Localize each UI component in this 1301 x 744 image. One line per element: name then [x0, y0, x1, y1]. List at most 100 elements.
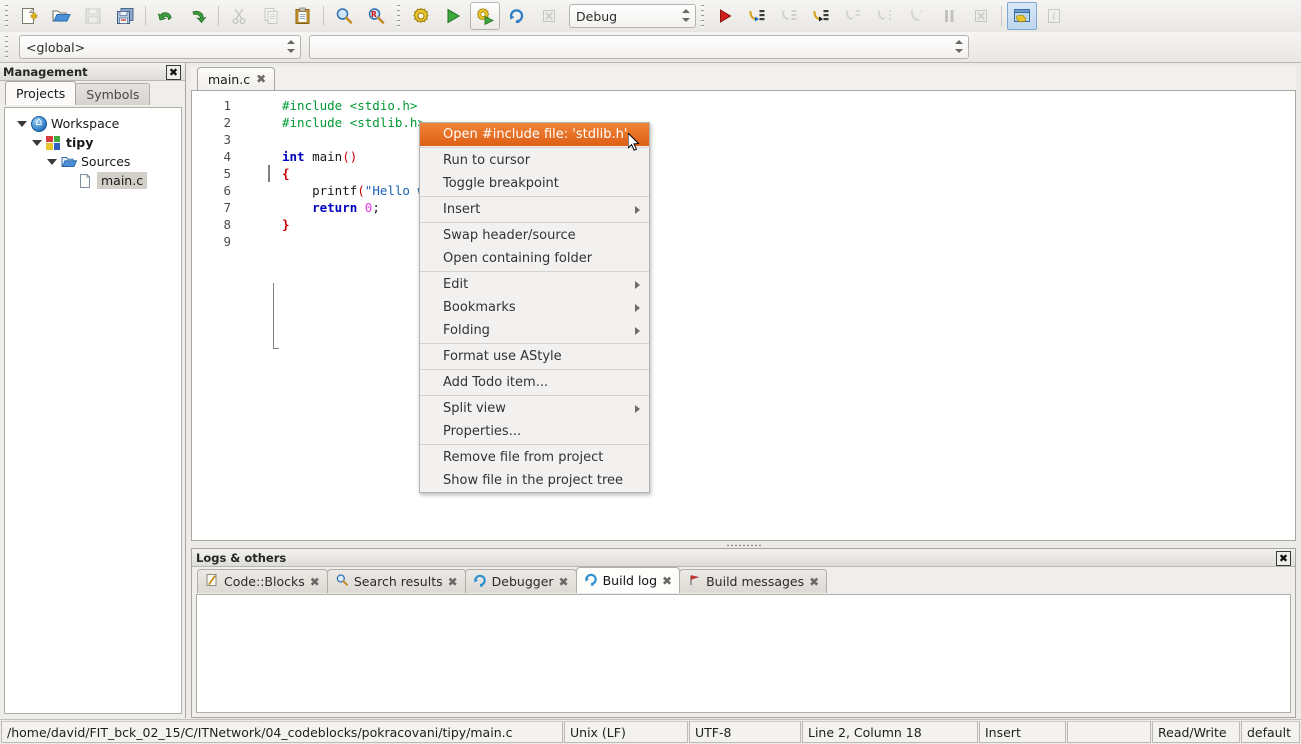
- tab-debugger[interactable]: Debugger ✖: [465, 569, 577, 593]
- tab-codeblocks[interactable]: Code::Blocks ✖: [197, 569, 328, 593]
- various-info-icon[interactable]: i: [1039, 2, 1069, 30]
- menu-separator: [420, 196, 649, 197]
- expander-icon[interactable]: [47, 159, 57, 165]
- submenu-arrow-icon: [635, 327, 640, 335]
- next-line-icon[interactable]: [742, 2, 772, 30]
- project-tree[interactable]: Workspace tipy Sources: [4, 107, 182, 714]
- menu-item-open-include[interactable]: Open #include file: 'stdlib.h': [420, 123, 649, 146]
- tree-item-workspace[interactable]: Workspace: [5, 114, 181, 133]
- step-out-icon[interactable]: [870, 2, 900, 30]
- next-instruction-icon[interactable]: [774, 2, 804, 30]
- cut-icon[interactable]: [224, 2, 254, 30]
- close-icon[interactable]: ✖: [448, 576, 458, 588]
- save-icon[interactable]: [78, 2, 108, 30]
- find-icon[interactable]: [329, 2, 359, 30]
- debug-continue-icon[interactable]: [710, 2, 740, 30]
- redo-icon[interactable]: [183, 2, 213, 30]
- menu-item-open-containing-folder[interactable]: Open containing folder: [420, 247, 649, 270]
- toolbar-separator: [323, 6, 324, 26]
- menu-item-label: Format use AStyle: [443, 349, 562, 364]
- step-into-icon[interactable]: [806, 2, 836, 30]
- symbol-combo[interactable]: [309, 35, 969, 59]
- expander-icon[interactable]: [17, 121, 27, 127]
- management-tabs: Projects Symbols: [0, 81, 185, 105]
- menu-item-insert[interactable]: Insert: [420, 198, 649, 221]
- combo-spinner-icon[interactable]: [680, 7, 692, 24]
- menu-item-add-todo[interactable]: Add Todo item...: [420, 371, 649, 394]
- toolbar-grip[interactable]: [2, 34, 11, 60]
- replace-icon[interactable]: R: [361, 2, 391, 30]
- run-icon[interactable]: [438, 2, 468, 30]
- combo-spinner-icon[interactable]: [285, 38, 297, 55]
- tab-label: Search results: [354, 574, 443, 589]
- menu-item-label: Add Todo item...: [443, 375, 548, 390]
- close-icon[interactable]: ✖: [809, 576, 819, 588]
- codeblocks-window: R Debug: [0, 0, 1301, 744]
- menu-item-run-to-cursor[interactable]: Run to cursor: [420, 149, 649, 172]
- scope-combo[interactable]: <global>: [19, 35, 301, 59]
- undo-icon[interactable]: [151, 2, 181, 30]
- open-file-icon[interactable]: [46, 2, 76, 30]
- debugging-windows-icon[interactable]: [1007, 2, 1037, 30]
- build-log-content[interactable]: [196, 594, 1291, 713]
- abort-icon[interactable]: [534, 2, 564, 30]
- editor-context-menu[interactable]: Open #include file: 'stdlib.h' Run to cu…: [419, 122, 650, 493]
- rebuild-icon[interactable]: [502, 2, 532, 30]
- combo-spinner-icon[interactable]: [953, 38, 965, 55]
- menu-item-bookmarks[interactable]: Bookmarks: [420, 296, 649, 319]
- toolbar-grip[interactable]: [394, 3, 403, 29]
- fold-toggle-icon[interactable]: [268, 165, 270, 182]
- status-bar: /home/david/FIT_bck_02_15/C/ITNetwork/04…: [0, 719, 1301, 744]
- run-to-cursor-icon[interactable]: [902, 2, 932, 30]
- close-icon[interactable]: ✖: [310, 576, 320, 588]
- menu-item-edit[interactable]: Edit: [420, 273, 649, 296]
- tab-projects[interactable]: Projects: [5, 81, 76, 105]
- code-token: [357, 200, 365, 215]
- tree-item-file[interactable]: main.c: [5, 171, 181, 190]
- tab-build-log[interactable]: Build log ✖: [576, 567, 680, 593]
- menu-item-label: Properties...: [443, 424, 521, 439]
- build-icon[interactable]: [406, 2, 436, 30]
- tab-symbols[interactable]: Symbols: [75, 83, 150, 105]
- close-icon[interactable]: ✖: [559, 576, 569, 588]
- tab-search-results[interactable]: Search results ✖: [327, 569, 466, 593]
- code-content[interactable]: 1 2 3 4 5 6 7 8 9: [192, 91, 1295, 540]
- tab-build-messages[interactable]: Build messages ✖: [679, 569, 827, 593]
- menu-item-format-astyle[interactable]: Format use AStyle: [420, 345, 649, 368]
- menu-item-split-view[interactable]: Split view: [420, 397, 649, 420]
- close-icon[interactable]: ✖: [256, 73, 266, 85]
- close-icon[interactable]: ✖: [662, 575, 672, 587]
- menu-item-folding[interactable]: Folding: [420, 319, 649, 342]
- editor-tab-main-c[interactable]: main.c ✖: [197, 67, 275, 90]
- menu-item-label: Edit: [443, 277, 468, 292]
- copy-icon[interactable]: [256, 2, 286, 30]
- tree-item-sources[interactable]: Sources: [5, 152, 181, 171]
- save-all-icon[interactable]: [110, 2, 140, 30]
- code-editor-surface[interactable]: 1 2 3 4 5 6 7 8 9: [191, 90, 1296, 541]
- step-into-instruction-icon[interactable]: [838, 2, 868, 30]
- close-icon[interactable]: ✖: [1276, 551, 1291, 566]
- menu-item-show-file-in-project-tree[interactable]: Show file in the project tree: [420, 469, 649, 492]
- paste-icon[interactable]: [288, 2, 318, 30]
- submenu-arrow-icon: [635, 206, 640, 214]
- line-number: 8: [192, 216, 234, 233]
- build-and-run-icon[interactable]: [470, 2, 500, 30]
- tree-item-project[interactable]: tipy: [5, 133, 181, 152]
- change-marker-gutter[interactable]: [240, 97, 252, 131]
- menu-item-properties[interactable]: Properties...: [420, 420, 649, 443]
- menu-item-remove-file-from-project[interactable]: Remove file from project: [420, 446, 649, 469]
- expander-icon[interactable]: [32, 140, 42, 146]
- toolbar-grip[interactable]: [698, 3, 707, 29]
- codeblocks-icon: [205, 573, 219, 590]
- status-insert-mode: Insert: [979, 721, 1066, 743]
- menu-item-toggle-breakpoint[interactable]: Toggle breakpoint: [420, 172, 649, 195]
- build-target-combo[interactable]: Debug: [569, 4, 696, 28]
- menu-item-swap-header-source[interactable]: Swap header/source: [420, 224, 649, 247]
- break-debugger-icon[interactable]: [934, 2, 964, 30]
- toolbar-grip[interactable]: [2, 3, 11, 29]
- new-file-icon[interactable]: [14, 2, 44, 30]
- stop-debugger-icon[interactable]: [966, 2, 996, 30]
- fold-gutter[interactable]: [268, 97, 282, 182]
- editor-area: main.c ✖ 1 2 3 4 5 6 7 8 9: [191, 66, 1296, 541]
- close-icon[interactable]: ✖: [166, 65, 181, 80]
